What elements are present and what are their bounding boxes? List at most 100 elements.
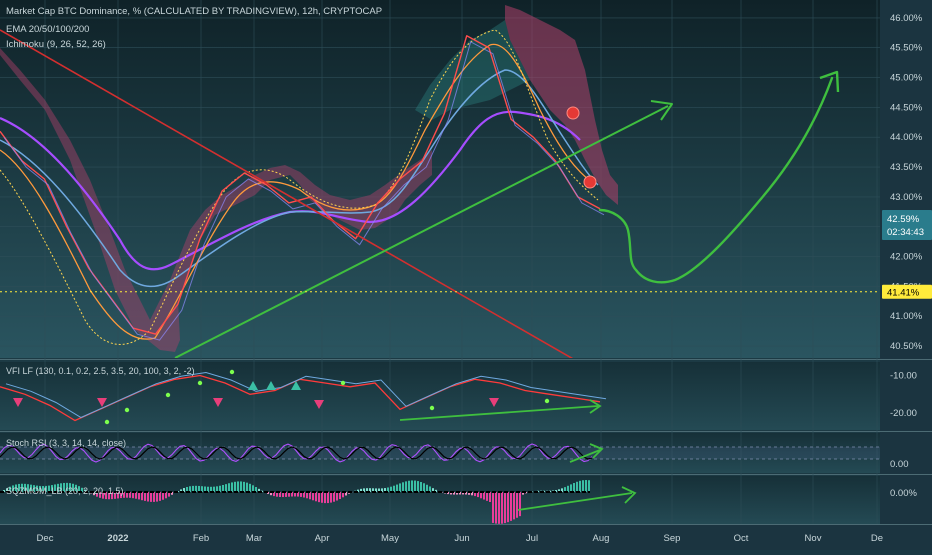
stoch-legend[interactable]: Stoch RSI (3, 3, 14, 14, close) [6, 438, 126, 448]
sqz-bar [249, 484, 251, 492]
sqz-bar [519, 492, 521, 516]
level-price-label: 41.41% [882, 285, 932, 299]
sqz-bar [585, 480, 587, 492]
cross-dot [166, 393, 170, 397]
sqz-bar [510, 492, 512, 521]
vfi-legend[interactable]: VFI LF (130, 0.1, 0.2, 2.5, 3.5, 20, 100… [6, 366, 195, 376]
sqz-bar [150, 492, 152, 502]
sqz-bar [504, 492, 506, 523]
sqz-bar [396, 485, 398, 492]
time-tick-label: Oct [734, 533, 749, 544]
sqz-bar [411, 480, 413, 492]
sqz-bar [246, 483, 248, 492]
time-tick-label: Dec [37, 533, 54, 544]
price-tick-label: 44.50% [890, 102, 923, 113]
sqz-bar [582, 480, 584, 492]
sqz-bar [240, 481, 242, 492]
time-tick-label: 2022 [107, 533, 128, 544]
sqz-bar [243, 482, 245, 492]
time-tick-label: May [381, 533, 399, 544]
sqz-bar [498, 492, 500, 524]
sqz-bar [327, 492, 329, 503]
sqz-bar [570, 484, 572, 492]
sqz-bar [399, 483, 401, 492]
sqz-bar [138, 492, 140, 499]
sqz-scale-label: 0.00% [890, 488, 917, 499]
time-tick-label: Feb [193, 533, 209, 544]
time-tick-label: Sep [664, 533, 681, 544]
sqz-bar [225, 484, 227, 492]
price-tick-label: 43.00% [890, 192, 923, 203]
sqz-bar [318, 492, 320, 502]
sqz-pane[interactable] [0, 476, 880, 524]
sqz-bar [321, 492, 323, 503]
price-tick-label: 44.00% [890, 132, 923, 143]
sqz-bar [339, 492, 341, 499]
price-tick-label: 41.00% [890, 311, 923, 322]
sqz-bar [507, 492, 509, 522]
sqz-bar [576, 482, 578, 492]
sqz-bar [333, 492, 335, 502]
sqz-bar [417, 481, 419, 492]
vfi-scale-label: -20.00 [890, 408, 917, 419]
bar-countdown: 02:34:43 [887, 227, 924, 238]
sqz-bar [159, 492, 161, 501]
sqz-bar [405, 481, 407, 492]
sqz-bar [147, 492, 149, 502]
price-tick-label: 45.00% [890, 73, 923, 84]
sqz-bar [486, 492, 488, 501]
cross-dot [198, 381, 202, 385]
sqz-bar [330, 492, 332, 503]
ichimoku-legend[interactable]: Ichimoku (9, 26, 52, 26) [6, 39, 106, 50]
cross-dot [430, 406, 434, 410]
sqz-bar [141, 492, 143, 500]
sqz-bar [336, 492, 338, 501]
current-price-label: 42.59% 02:34:43 [882, 210, 932, 240]
sqz-bar [501, 492, 503, 524]
cross-dot [105, 420, 109, 424]
sqz-bar [309, 492, 311, 499]
ema-legend[interactable]: EMA 20/50/100/200 [6, 24, 89, 35]
sqz-bar [156, 492, 158, 502]
vfi-scale-label: -10.00 [890, 371, 917, 382]
price-tick-label: 45.50% [890, 43, 923, 54]
sqz-bar [228, 483, 230, 492]
cross-dot [230, 370, 234, 374]
chart-svg: Market Cap BTC Dominance, % (CALCULATED … [0, 0, 932, 550]
time-tick-label: De [871, 533, 883, 544]
price-tick-label: 46.00% [890, 13, 923, 24]
sqz-bar [516, 492, 518, 518]
price-tick-label: 42.00% [890, 252, 923, 263]
time-tick-label: Jun [454, 533, 469, 544]
sqz-bar [312, 492, 314, 500]
sqz-bar [135, 492, 137, 499]
cross-dot [545, 399, 549, 403]
sqz-bar [489, 492, 491, 502]
sqz-bar [234, 482, 236, 492]
sqz-bar [231, 482, 233, 492]
sqz-bar [324, 492, 326, 503]
sqz-bar [495, 492, 497, 524]
price-tick-label: 40.50% [890, 341, 923, 352]
current-price-value: 42.59% [887, 214, 920, 225]
sqz-bar [153, 492, 155, 502]
time-tick-label: Nov [805, 533, 822, 544]
chart-title[interactable]: Market Cap BTC Dominance, % (CALCULATED … [6, 6, 382, 17]
sell-signal-marker [567, 107, 579, 119]
sqz-bar [513, 492, 515, 519]
sqz-bar [237, 481, 239, 492]
time-tick-label: Aug [593, 533, 610, 544]
time-tick-label: Apr [315, 533, 330, 544]
stoch-scale-label: 0.00 [890, 459, 909, 470]
sqz-bar [162, 492, 164, 500]
sqz-bar [483, 492, 485, 500]
sqz-bar [426, 485, 428, 492]
sqz-bar [420, 482, 422, 492]
sqz-bar [414, 481, 416, 492]
sqz-legend[interactable]: SQZMOM_LB (20, 2, 20, 1.5) [6, 486, 124, 496]
sqz-bar [315, 492, 317, 501]
cross-dot [125, 408, 129, 412]
sqz-bar [144, 492, 146, 501]
cross-dot [341, 381, 345, 385]
sqz-bar [402, 482, 404, 492]
